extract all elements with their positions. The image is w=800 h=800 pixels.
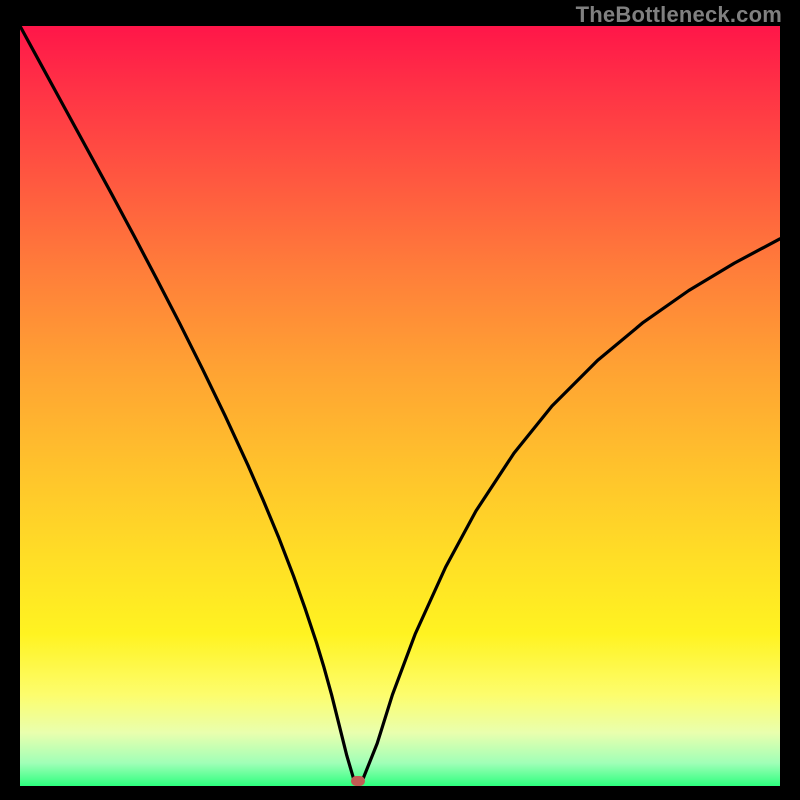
minimum-marker [351,776,365,786]
gradient-plot-area [20,26,780,786]
chart-container: TheBottleneck.com [0,0,800,800]
bottleneck-curve [20,26,780,786]
watermark-text: TheBottleneck.com [576,2,782,28]
